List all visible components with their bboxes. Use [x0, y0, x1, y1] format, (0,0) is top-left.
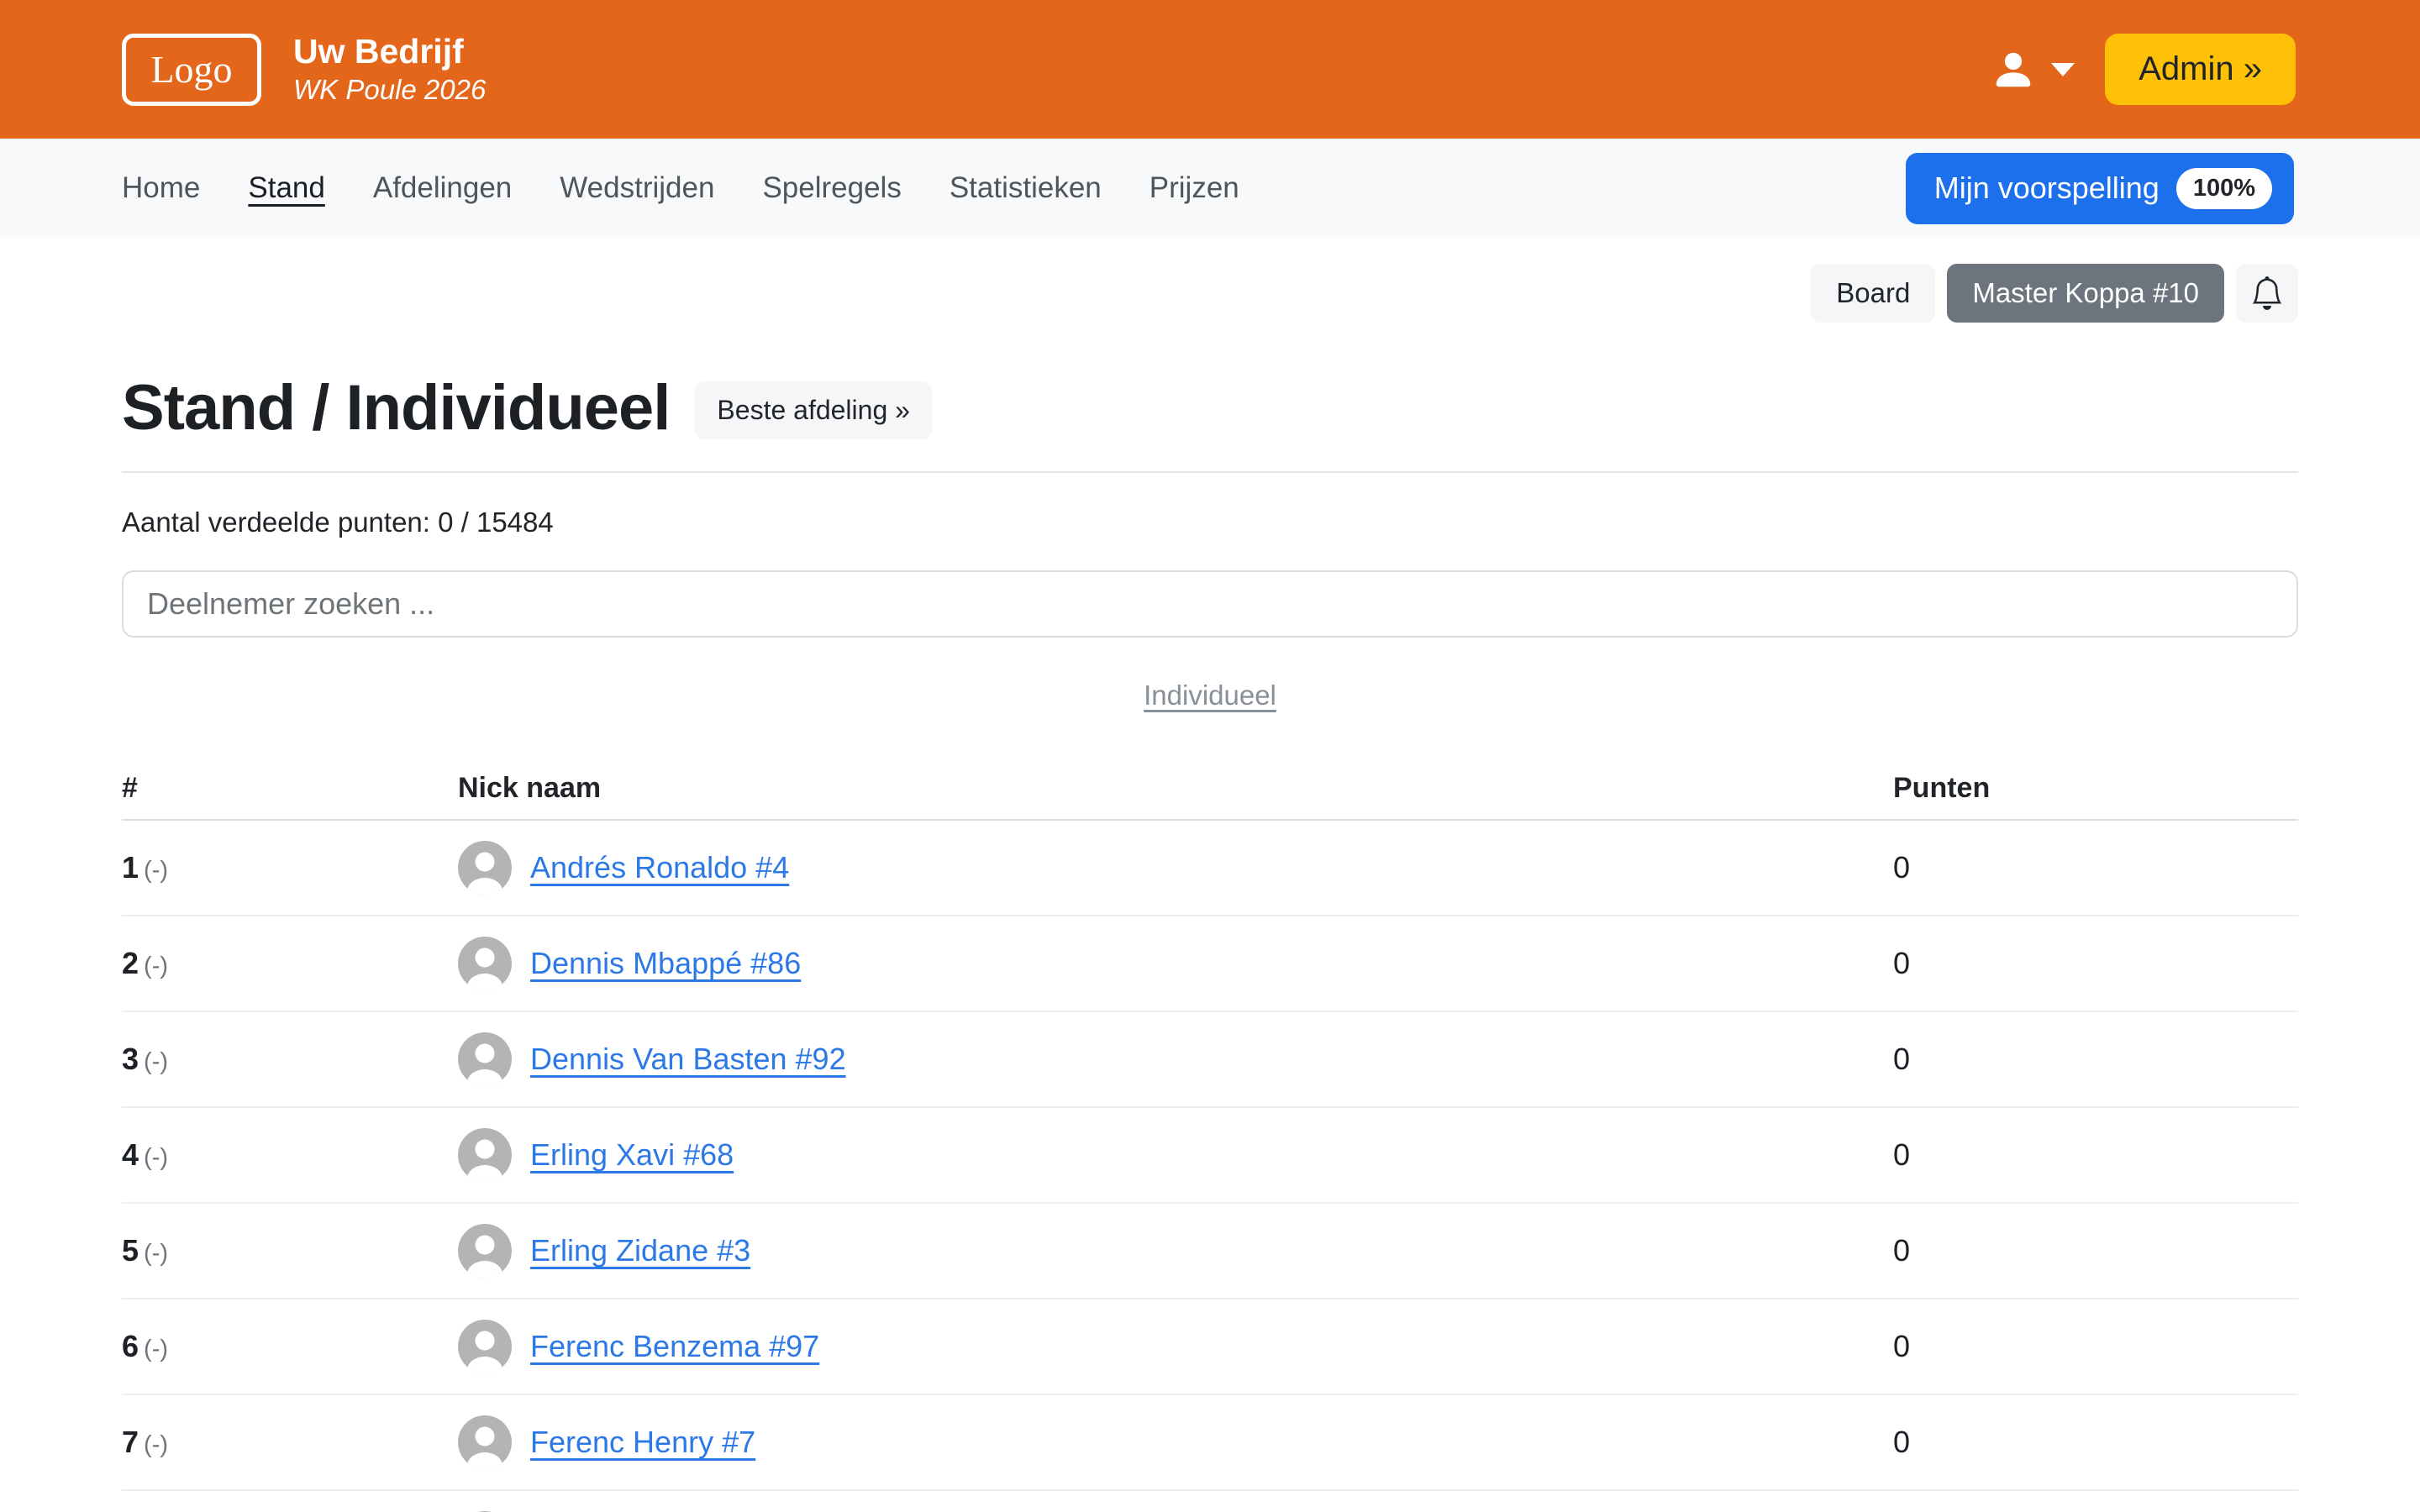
avatar: [458, 1224, 512, 1278]
nav-links: Home Stand Afdelingen Wedstrijden Spelre…: [122, 171, 1239, 205]
rank-value: 1: [122, 850, 139, 885]
board-button[interactable]: Board: [1811, 264, 1936, 323]
avatar: [458, 1128, 512, 1182]
company-logo: Logo: [122, 33, 261, 106]
best-department-button[interactable]: Beste afdeling »: [695, 381, 932, 439]
main-content: Board Master Koppa #10 Stand / Individue…: [0, 264, 2420, 1512]
individual-filter-link[interactable]: Individueel: [1144, 680, 1276, 711]
rank-value: 2: [122, 946, 139, 980]
nav-item-prijzen[interactable]: Prijzen: [1150, 171, 1239, 204]
points-column-header: Punten: [1893, 771, 1991, 804]
nav-item-stand[interactable]: Stand: [248, 171, 324, 204]
user-menu[interactable]: [1991, 47, 2075, 92]
prediction-progress-badge: 100%: [2175, 167, 2272, 209]
participant-link[interactable]: Dennis Van Basten #92: [530, 1042, 846, 1077]
table-row: 6 (-) Ferenc Benzema #97 0: [122, 1299, 2298, 1395]
trend-indicator: (-): [144, 1240, 169, 1267]
participant-link[interactable]: Ferenc Henry #7: [530, 1425, 755, 1460]
rank-value: 3: [122, 1042, 139, 1076]
points-value: 0: [1893, 1042, 1911, 1076]
table-row: 7 (-) Ferenc Henry #7 0: [122, 1395, 2298, 1491]
table-row: 8(-) Franz Henry #95 0: [122, 1491, 2298, 1512]
search-input[interactable]: [122, 570, 2298, 638]
trend-indicator: (-): [144, 1431, 169, 1458]
points-value: 0: [1893, 850, 1911, 885]
my-prediction-button[interactable]: Mijn voorspelling 100%: [1905, 152, 2294, 224]
nav-item-afdelingen[interactable]: Afdelingen: [373, 171, 512, 204]
table-row: 4 (-) Erling Xavi #68 0: [122, 1108, 2298, 1204]
points-value: 0: [1893, 946, 1911, 980]
rank-value: 5: [122, 1233, 139, 1268]
person-icon: [1996, 52, 2031, 87]
avatar: [458, 1320, 512, 1373]
title-divider: [122, 471, 2298, 473]
participant-link[interactable]: Andrés Ronaldo #4: [530, 850, 789, 885]
table-row: 3 (-) Dennis Van Basten #92 0: [122, 1012, 2298, 1108]
nav-item-statistieken[interactable]: Statistieken: [950, 171, 1102, 204]
table-row: 5 (-) Erling Zidane #3 0: [122, 1204, 2298, 1299]
nav-item-spelregels[interactable]: Spelregels: [762, 171, 901, 204]
points-value: 0: [1893, 1233, 1911, 1268]
company-name: Uw Bedrijf: [293, 32, 464, 71]
brand-block: Uw Bedrijf WK Poule 2026: [293, 31, 486, 107]
context-toolbar: Board Master Koppa #10: [122, 264, 2298, 323]
main-nav: Home Stand Afdelingen Wedstrijden Spelre…: [0, 139, 2420, 238]
points-value: 0: [1893, 1137, 1911, 1172]
participant-link[interactable]: Ferenc Benzema #97: [530, 1329, 819, 1364]
points-value: 0: [1893, 1329, 1911, 1363]
table-row: 2 (-) Dennis Mbappé #86 0: [122, 916, 2298, 1012]
participant-link[interactable]: Erling Xavi #68: [530, 1137, 734, 1173]
my-prediction-label: Mijn voorspelling: [1933, 171, 2160, 205]
master-koppa-button[interactable]: Master Koppa #10: [1947, 264, 2224, 323]
table-header-row: # Nick naam Punten: [122, 757, 2298, 821]
bell-icon: [2252, 276, 2282, 310]
app-header: Logo Uw Bedrijf WK Poule 2026 Admin »: [0, 0, 2420, 139]
avatar: [458, 1415, 512, 1469]
points-value: 0: [1893, 1425, 1911, 1459]
trend-indicator: (-): [144, 1144, 169, 1171]
page-title: Stand / Individueel: [122, 372, 671, 444]
rank-value: 6: [122, 1329, 139, 1363]
avatar: [458, 1032, 512, 1086]
trend-indicator: (-): [144, 1048, 169, 1075]
nav-item-home[interactable]: Home: [122, 171, 200, 204]
nav-item-wedstrijden[interactable]: Wedstrijden: [560, 171, 714, 204]
logo-text: Logo: [150, 48, 233, 91]
admin-button[interactable]: Admin »: [2105, 34, 2296, 105]
trend-indicator: (-): [144, 953, 169, 979]
standings-table: # Nick naam Punten 1 (-) Andrés Ronaldo #…: [122, 757, 2298, 1512]
name-column-header: Nick naam: [458, 771, 602, 804]
avatar: [458, 937, 512, 990]
notifications-button[interactable]: [2236, 264, 2298, 323]
participant-link[interactable]: Dennis Mbappé #86: [530, 946, 801, 981]
table-row: 1 (-) Andrés Ronaldo #4 0: [122, 821, 2298, 916]
points-summary: Aantal verdeelde punten: 0 / 15484: [122, 507, 554, 538]
table-body: 1 (-) Andrés Ronaldo #4 0 2 (-) Dennis M…: [122, 821, 2298, 1512]
chevron-down-icon: [2051, 62, 2075, 76]
rank-column-header: #: [122, 771, 138, 804]
rank-value: 7: [122, 1425, 139, 1459]
trend-indicator: (-): [144, 1336, 169, 1362]
participant-link[interactable]: Erling Zidane #3: [530, 1233, 750, 1268]
trend-indicator: (-): [144, 857, 169, 884]
pool-subtitle: WK Poule 2026: [293, 74, 487, 106]
rank-value: 4: [122, 1137, 139, 1172]
avatar: [458, 841, 512, 895]
